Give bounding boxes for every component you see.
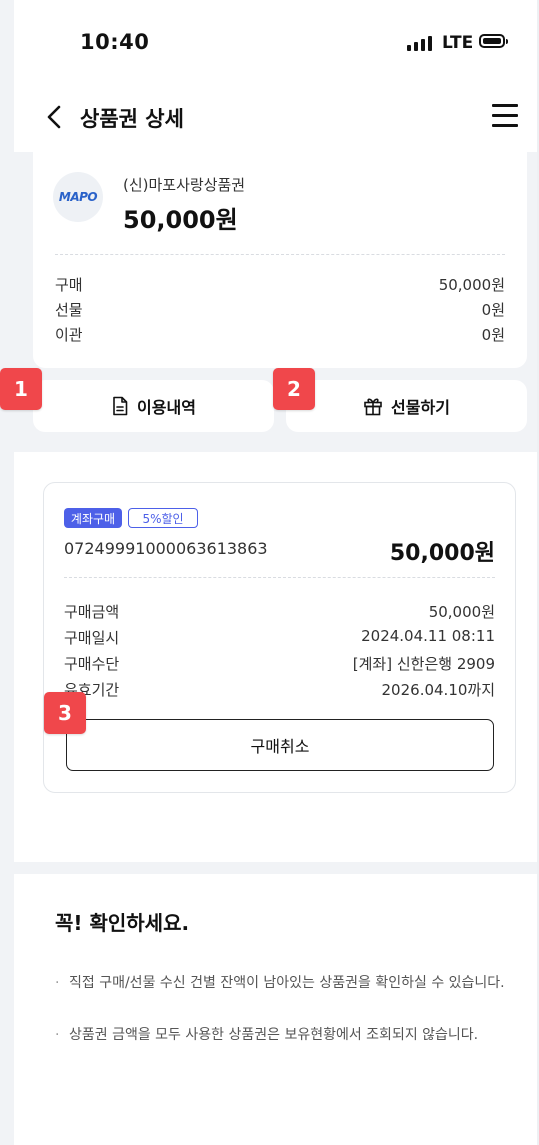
- left-edge: [0, 0, 14, 1145]
- row-value: 0원: [481, 301, 505, 319]
- row-value: 50,000원: [428, 603, 495, 621]
- send-gift-button[interactable]: 선물하기: [286, 380, 527, 432]
- gift-card-amount: 50,000원: [123, 206, 238, 234]
- order-number: 07249991000063613863: [64, 539, 268, 558]
- battery-icon: [479, 34, 508, 48]
- row-label: 구매금액: [64, 603, 120, 621]
- signal-icon: [407, 35, 432, 51]
- chevron-left-icon: [47, 105, 61, 129]
- gift-card-summary: MAPO (신)마포사랑상품권 50,000원 구매 50,000원 선물 0원…: [33, 152, 527, 368]
- logo-text: MAPO: [58, 190, 98, 204]
- row-value: [계좌] 신한은행 2909: [352, 655, 495, 673]
- send-gift-label: 선물하기: [391, 398, 450, 417]
- row-label: 구매일시: [64, 629, 120, 647]
- dashed-divider: [64, 577, 495, 578]
- row-value: 2024.04.11 08:11: [361, 627, 495, 645]
- status-time: 10:40: [80, 30, 150, 54]
- purchase-detail-card: 계좌구매 5%할인 07249991000063613863 50,000원 구…: [43, 482, 516, 793]
- detail-row-expiry: 유효기간 2026.04.10까지: [64, 679, 495, 700]
- usage-history-label: 이용내역: [137, 398, 196, 417]
- document-icon: [113, 396, 128, 416]
- cancel-purchase-button[interactable]: 구매취소: [66, 719, 494, 771]
- row-value: 2026.04.10까지: [381, 681, 495, 699]
- summary-row-purchase: 구매 50,000원: [55, 274, 505, 295]
- purchase-type-badge: 계좌구매: [64, 508, 122, 528]
- menu-button[interactable]: [492, 104, 520, 128]
- brand-logo: MAPO: [53, 172, 103, 222]
- notice-item: 상품권 금액을 모두 사용한 상품권은 보유현황에서 조회되지 않습니다.: [55, 1024, 505, 1046]
- row-label: 선물: [55, 301, 83, 319]
- summary-row-transfer: 이관 0원: [55, 324, 505, 345]
- network-label: LTE: [442, 33, 474, 53]
- detail-row-datetime: 구매일시 2024.04.11 08:11: [64, 627, 495, 648]
- back-button[interactable]: [40, 102, 70, 132]
- app-bar: 상품권 상세: [14, 80, 537, 152]
- row-label: 구매: [55, 276, 83, 294]
- marker-1: 1: [0, 368, 42, 410]
- marker-3: 3: [44, 692, 86, 734]
- marker-2: 2: [273, 368, 315, 410]
- usage-history-button[interactable]: 이용내역: [33, 380, 274, 432]
- row-label: 이관: [55, 326, 83, 344]
- notice-item: 직접 구매/선물 수신 건별 잔액이 남아있는 상품권을 확인하실 수 있습니다…: [55, 972, 505, 994]
- status-bar: 10:40 LTE: [14, 0, 537, 80]
- row-value: 50,000원: [438, 276, 505, 294]
- detail-row-method: 구매수단 [계좌] 신한은행 2909: [64, 653, 495, 674]
- dashed-divider: [55, 254, 505, 255]
- row-label: 구매수단: [64, 655, 120, 673]
- page-title: 상품권 상세: [80, 107, 184, 131]
- section-divider: [14, 862, 537, 874]
- gift-card-name: (신)마포사랑상품권: [123, 176, 246, 194]
- notice-title: 꼭! 확인하세요.: [55, 911, 190, 935]
- detail-row-amount: 구매금액 50,000원: [64, 601, 495, 622]
- gift-icon: [364, 398, 382, 416]
- order-amount: 50,000원: [389, 541, 495, 566]
- discount-badge: 5%할인: [128, 508, 198, 528]
- summary-row-gift: 선물 0원: [55, 299, 505, 320]
- row-value: 0원: [481, 326, 505, 344]
